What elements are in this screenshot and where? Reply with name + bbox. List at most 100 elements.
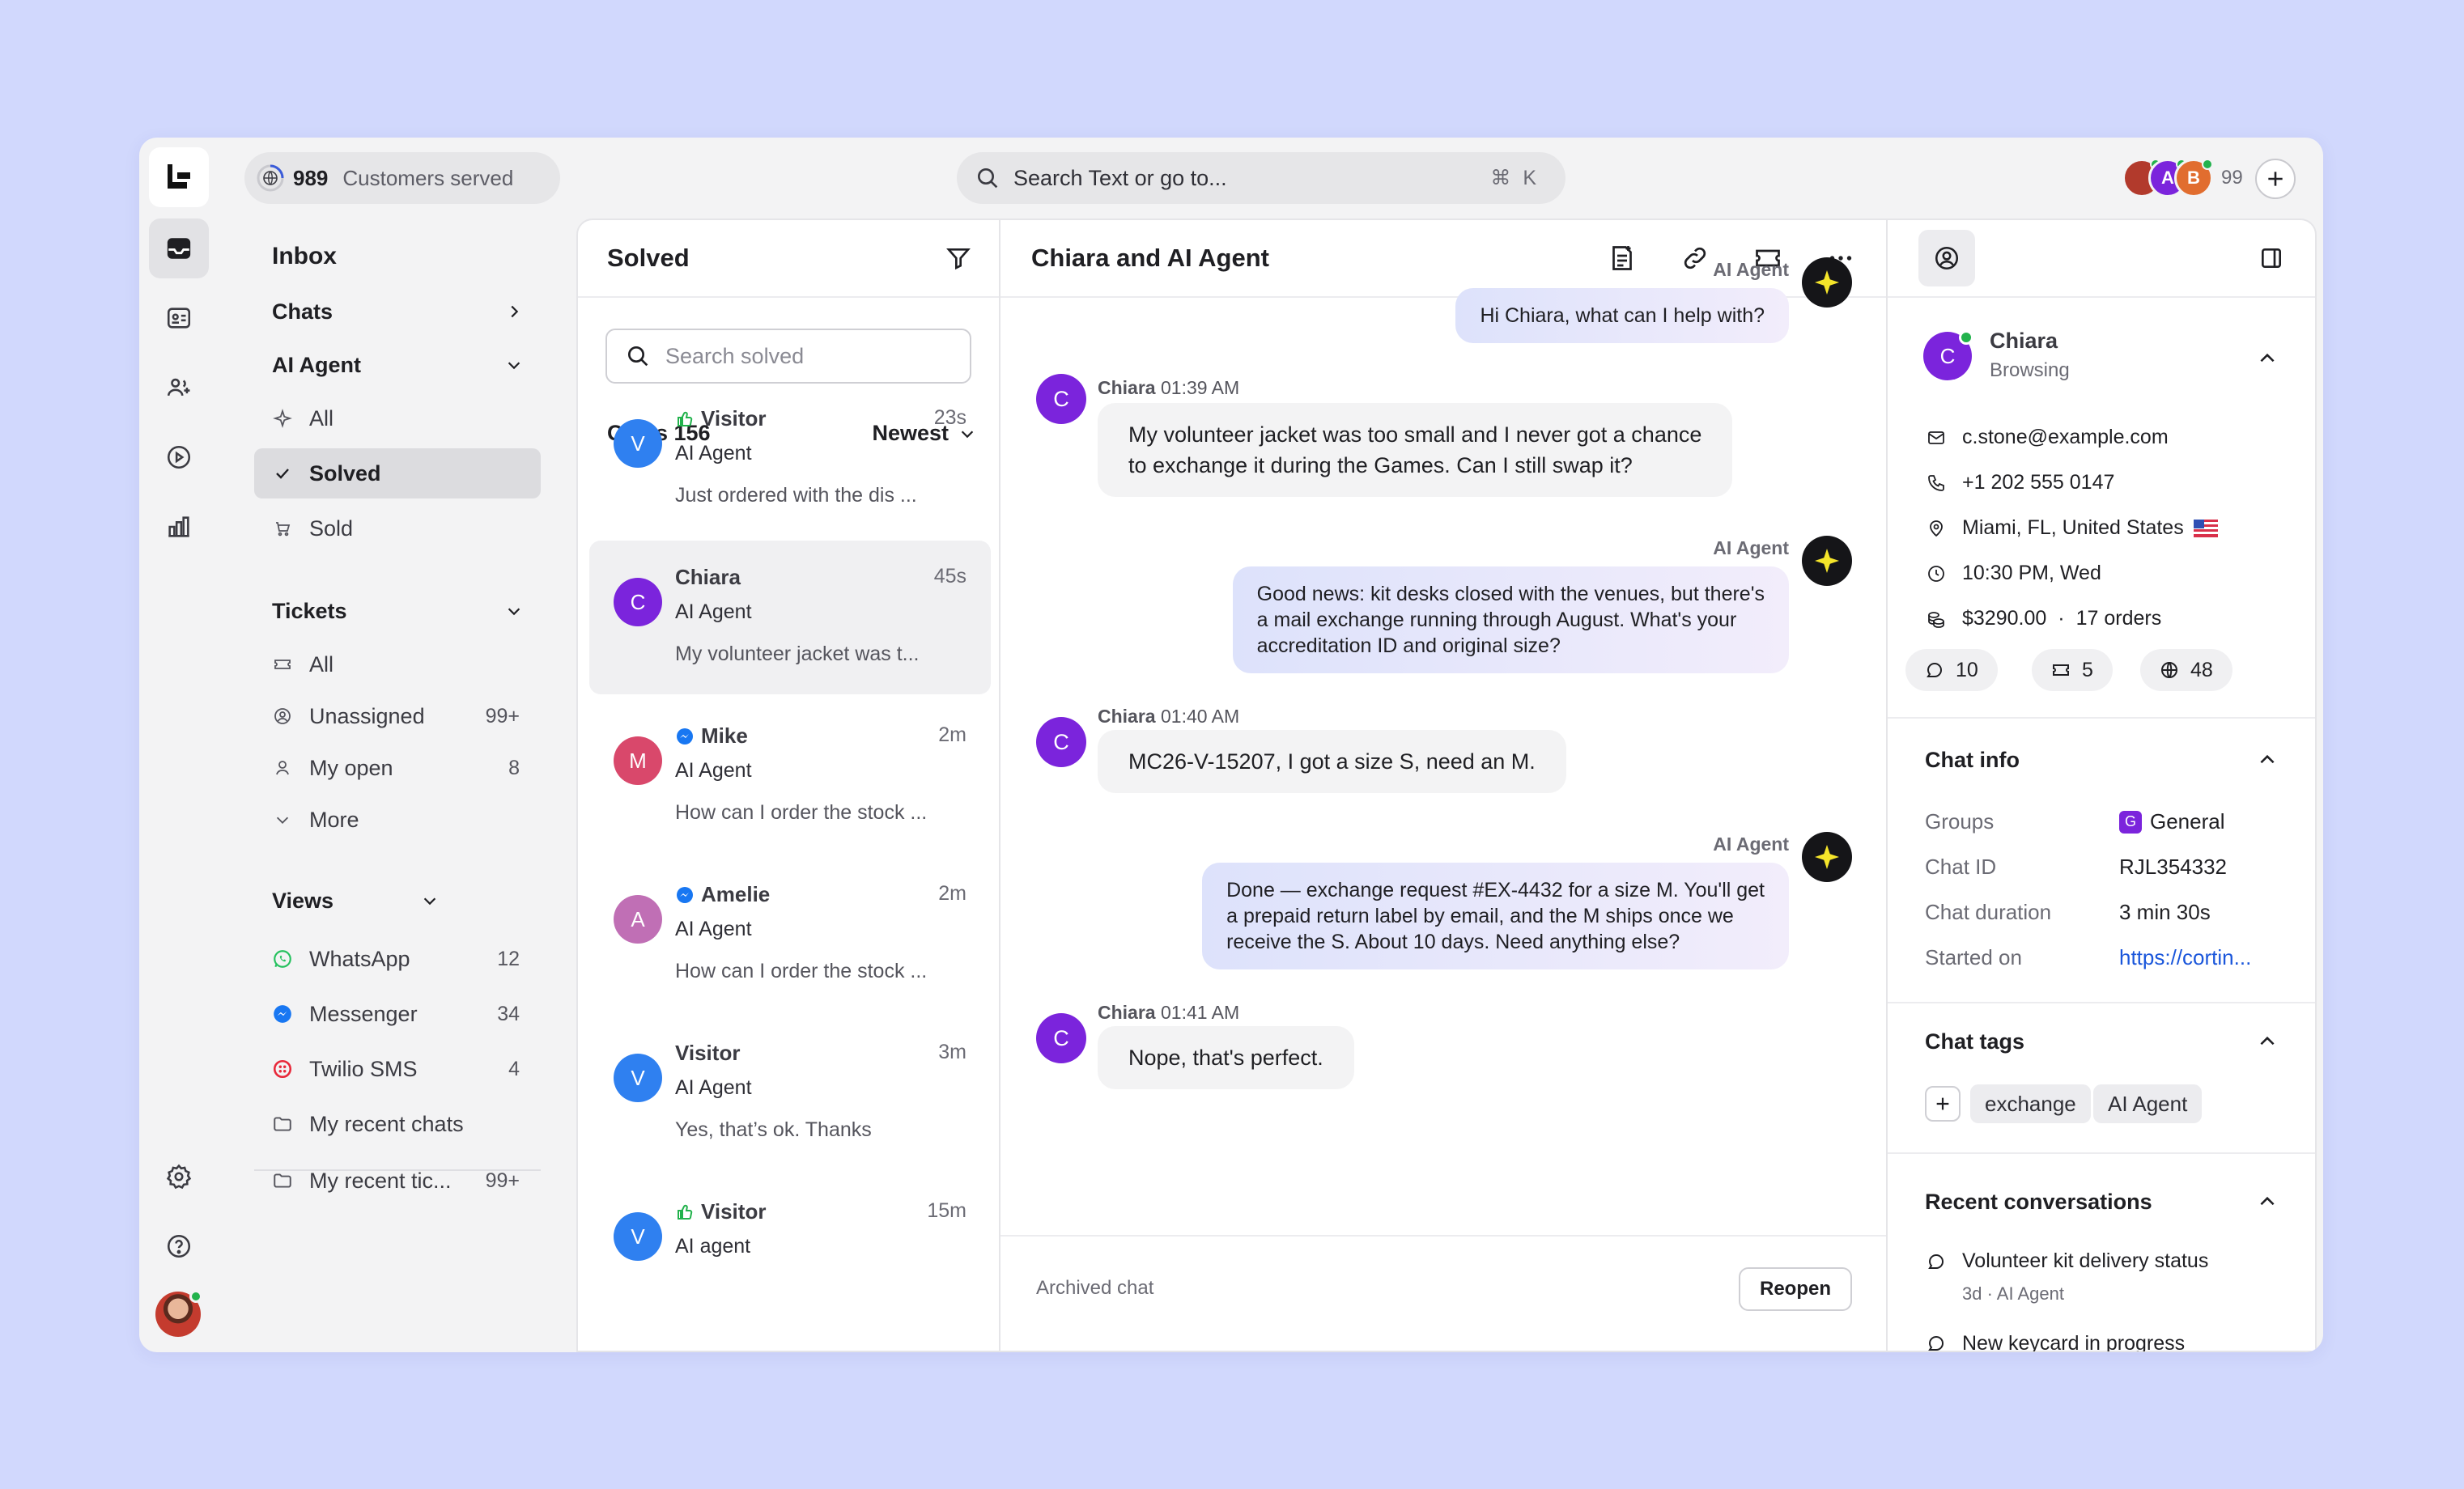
chat-agent: AI Agent xyxy=(675,600,752,623)
customer-avatar: C xyxy=(1036,1013,1086,1063)
team-avatar: B xyxy=(2174,159,2213,197)
app-logo[interactable] xyxy=(149,147,209,207)
chevron-up-icon[interactable] xyxy=(2257,1191,2278,1212)
chat-list-item[interactable]: V Visitor 15m AI agent xyxy=(589,1175,991,1329)
nav-ai-all[interactable]: All xyxy=(254,393,541,443)
plus-icon xyxy=(2268,172,2283,186)
search-solved-input[interactable]: Search solved xyxy=(605,329,971,384)
visits-stat[interactable]: 48 xyxy=(2140,649,2232,691)
recent-conversation-item[interactable]: Volunteer kit delivery status xyxy=(1925,1249,2208,1273)
nav-view-recent-chats[interactable]: My recent chats xyxy=(254,1099,541,1149)
tag-chip[interactable]: AI Agent xyxy=(2093,1084,2203,1123)
team-count: 99 xyxy=(2221,167,2243,189)
tickets-stat[interactable]: 5 xyxy=(2032,649,2113,691)
customer-location: Miami, FL, United States xyxy=(1925,516,2218,540)
customer-avatar: C xyxy=(1923,330,1973,380)
search-shortcut: ⌘ K xyxy=(1490,167,1540,189)
nav-view-recent-tickets[interactable]: My recent tic... 99+ xyxy=(254,1156,541,1206)
add-button[interactable] xyxy=(2255,159,2296,199)
coins-icon xyxy=(1928,611,1944,628)
global-search[interactable]: Search Text or go to... ⌘ K xyxy=(957,152,1565,204)
customers-served-pill[interactable]: 989 Customers served xyxy=(244,152,560,204)
nav-ai-agent[interactable]: AI Agent xyxy=(254,340,541,390)
chat-list-item[interactable]: M Mike 2m AI Agent How can I order the stock… xyxy=(589,699,991,853)
nav-tickets-unassigned[interactable]: Unassigned 99+ xyxy=(254,691,541,741)
chevron-down-icon xyxy=(508,608,520,616)
nav-title: Inbox xyxy=(272,243,337,269)
my-avatar[interactable] xyxy=(155,1290,202,1337)
ai-agent-label: AI Agent xyxy=(1713,834,1789,855)
conversation-panel: Chiara and AI Agent AI Agent Hi Chiara, … xyxy=(1000,218,1888,1352)
message-meta: Chiara 01:41 AM xyxy=(1098,1002,1240,1023)
inbox-nav-icon[interactable] xyxy=(149,218,209,278)
chevron-up-icon[interactable] xyxy=(2257,1031,2278,1052)
conversation-footer: Archived chat Reopen xyxy=(1000,1235,1886,1352)
nav-view-twilio[interactable]: Twilio SMS 4 xyxy=(254,1044,541,1094)
ai-message-bubble: Good news: kit desks closed with the ven… xyxy=(1232,566,1789,673)
user-circle-icon xyxy=(1935,246,1959,270)
nav-views[interactable]: Views xyxy=(254,876,457,926)
customer-phone[interactable]: +1 202 555 0147 xyxy=(1925,471,2114,494)
chat-bubble-icon xyxy=(1928,1254,1944,1269)
started-on-link[interactable]: https://cortin... xyxy=(2119,945,2251,970)
notes-icon[interactable] xyxy=(1608,244,1637,273)
reopen-button[interactable]: Reopen xyxy=(1739,1267,1852,1311)
contacts-nav-icon[interactable] xyxy=(149,288,209,348)
toggle-panel-button[interactable] xyxy=(2258,245,2284,271)
chat-preview: How can I order the stock ... xyxy=(675,801,928,824)
mail-icon xyxy=(1928,431,1944,444)
groups-value: G General xyxy=(2119,809,2225,834)
chat-time: 15m xyxy=(927,1199,966,1222)
add-tag-button[interactable] xyxy=(1925,1086,1961,1122)
chats-stat[interactable]: 10 xyxy=(1905,649,1998,691)
chat-list-item[interactable]: A Amelie 2m AI Agent How can I order the sto… xyxy=(589,858,991,1012)
chat-preview: My volunteer jacket was t... xyxy=(675,643,920,665)
chat-duration-value: 3 min 30s xyxy=(2119,900,2211,924)
play-nav-icon[interactable] xyxy=(149,427,209,487)
ai-agent-label: AI Agent xyxy=(1713,537,1789,558)
chat-agent: AI Agent xyxy=(675,442,752,465)
ai-agent-avatar xyxy=(1802,536,1852,586)
chevron-up-icon[interactable] xyxy=(2257,348,2278,369)
nav-ai-solved[interactable]: Solved xyxy=(254,448,541,498)
online-dot xyxy=(1959,330,1973,345)
nav-chats[interactable]: Chats xyxy=(254,286,541,337)
chat-list-item[interactable]: C Chiara 45s AI Agent My volunteer jacket wa… xyxy=(589,541,991,694)
nav-tickets-more[interactable]: More xyxy=(254,795,541,845)
recent-conversation-item[interactable]: New keycard in progress xyxy=(1925,1332,2185,1351)
global-search-placeholder: Search Text or go to... xyxy=(1013,165,1227,190)
nav-view-whatsapp[interactable]: WhatsApp 12 xyxy=(254,934,541,984)
tag-chip[interactable]: exchange xyxy=(1970,1084,2091,1123)
sparkle-icon xyxy=(1815,845,1839,869)
nav-ai-sold[interactable]: Sold xyxy=(254,503,541,554)
conversation-title: Chiara and AI Agent xyxy=(1031,244,1269,272)
reports-nav-icon[interactable] xyxy=(149,497,209,557)
cart-icon xyxy=(276,522,291,537)
customer-message-bubble: MC26-V-15207, I got a size S, need an M. xyxy=(1098,730,1566,793)
contact-avatar: M xyxy=(614,736,662,785)
filter-icon xyxy=(946,248,971,270)
team-nav-icon[interactable] xyxy=(149,358,209,418)
whatsapp-icon xyxy=(274,950,291,968)
settings-icon[interactable] xyxy=(149,1147,209,1207)
chat-time: 3m xyxy=(938,1041,966,1063)
team-avatars[interactable]: A B 99 xyxy=(2122,157,2243,199)
message-meta: Chiara 01:39 AM xyxy=(1098,377,1240,398)
chat-id-label: Chat ID xyxy=(1925,855,1997,879)
nav-tickets-all[interactable]: All xyxy=(254,639,541,689)
nav-tickets-my-open[interactable]: My open 8 xyxy=(254,743,541,793)
chevron-up-icon[interactable] xyxy=(2257,749,2278,770)
customer-tab-button[interactable] xyxy=(1918,230,1975,286)
link-icon[interactable] xyxy=(1680,244,1710,273)
help-icon[interactable] xyxy=(149,1216,209,1276)
filter-button[interactable] xyxy=(945,245,971,271)
chat-list-item[interactable]: V Visitor 3m AI Agent Yes, that’s ok. Thanks xyxy=(589,1016,991,1170)
customer-avatar: C xyxy=(1036,374,1086,424)
chat-list-item[interactable]: V Visitor 23s AI Agent Just ordered with the… xyxy=(589,382,991,536)
customer-email[interactable]: c.stone@example.com xyxy=(1925,426,2169,449)
chat-tags-title: Chat tags xyxy=(1925,1029,2025,1054)
brand-logo-icon xyxy=(168,164,190,189)
customer-local-time: 10:30 PM, Wed xyxy=(1925,562,2101,585)
nav-view-messenger[interactable]: Messenger 34 xyxy=(254,989,541,1039)
nav-tickets[interactable]: Tickets xyxy=(254,586,541,636)
